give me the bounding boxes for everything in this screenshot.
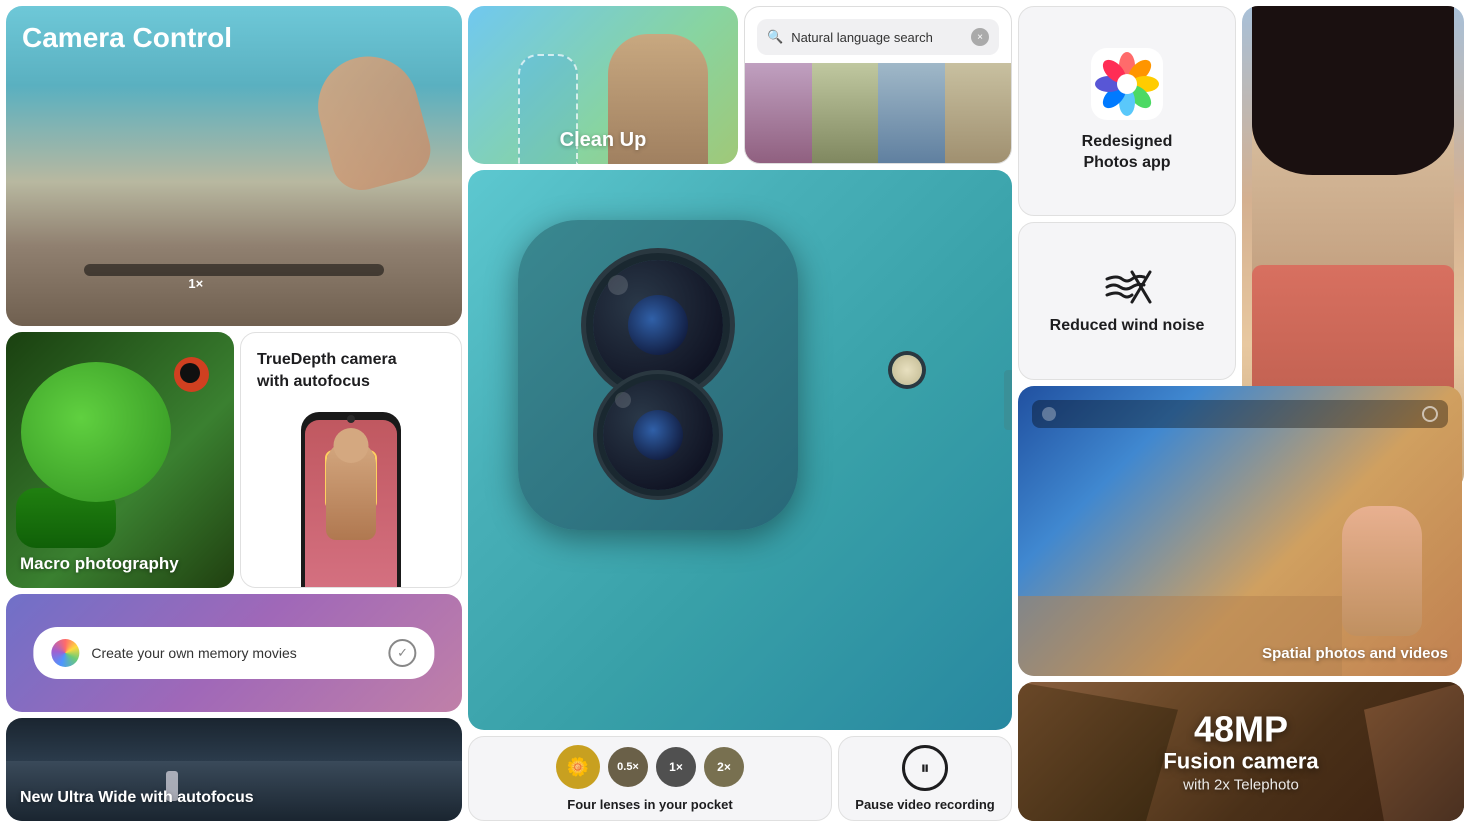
ultrawide-label: New Ultra Wide with autofocus xyxy=(20,789,254,807)
photos-app-title-line2: Photos app xyxy=(1082,153,1173,174)
camera-control-title: Camera Control xyxy=(22,22,232,54)
camera-module xyxy=(518,220,798,530)
photos-app-title-line1: Redesigned xyxy=(1082,132,1173,153)
pause-label: Pause video recording xyxy=(855,797,994,812)
spatial-back-btn xyxy=(1042,407,1056,421)
memory-input-box: Create your own memory movies ✓ xyxy=(33,627,434,679)
check-icon: ✓ xyxy=(397,645,408,661)
lenses-buttons-row: 🌼 0.5× 1× 2× xyxy=(556,745,744,789)
wind-noise-icon xyxy=(1102,267,1152,307)
cleanup-label: Clean Up xyxy=(560,129,647,152)
tile-four-lenses: 🌼 0.5× 1× 2× Four lenses in your pocket xyxy=(468,736,832,821)
photo-4 xyxy=(945,63,1012,163)
lens-inner-bottom xyxy=(633,410,683,460)
flash-module xyxy=(892,355,922,385)
photos-app-title-container: Redesigned Photos app xyxy=(1082,132,1173,174)
lens-05x-btn: 0.5× xyxy=(608,747,648,787)
camera-lens-bottom xyxy=(603,380,713,490)
pause-icon: ⏸ xyxy=(921,758,930,779)
frog-body xyxy=(21,362,171,502)
truedepth-line1: TrueDepth camera xyxy=(257,351,397,368)
lens-1x-btn: 1× xyxy=(656,747,696,787)
tile-memory: Create your own memory movies ✓ xyxy=(6,594,462,712)
lens-2x-btn: 2× xyxy=(704,747,744,787)
photo-2 xyxy=(812,63,879,163)
truedepth-head xyxy=(334,428,369,463)
tile-center-phone xyxy=(468,170,1012,730)
lens-1x-label: 1× xyxy=(669,760,683,774)
search-photos-grid xyxy=(745,63,1011,163)
finger-silhouette xyxy=(307,45,437,196)
lens-inner-top xyxy=(628,295,688,355)
tile-search: 🔍 Natural language search × xyxy=(744,6,1012,164)
wind-noise-label: Reduced wind noise xyxy=(1050,317,1205,335)
frog-pupil xyxy=(180,363,200,383)
lens-glare-top xyxy=(604,271,631,298)
tile-camera-control: Camera Control 1× xyxy=(6,6,462,326)
tile-fusion: 48MP Fusion camera with 2x Telephoto xyxy=(1018,682,1464,821)
lens-2x-label: 2× xyxy=(717,760,731,774)
memory-siri-icon xyxy=(51,639,79,667)
tile-spatial: Spatial photos and videos xyxy=(1018,386,1462,676)
search-icon: 🔍 xyxy=(767,29,783,45)
lens-05x-label: 0.5× xyxy=(617,761,639,773)
side-button xyxy=(1004,370,1012,430)
truedepth-line2: with autofocus xyxy=(257,373,370,390)
lens-macro-icon: 🌼 xyxy=(567,757,589,778)
truedepth-screen xyxy=(305,420,397,587)
tile-photos-app: Redesigned Photos app xyxy=(1018,6,1236,216)
truedepth-phone xyxy=(301,412,401,587)
fusion-title-line2: Fusion camera xyxy=(1163,749,1318,775)
camera-slider-bar xyxy=(84,264,384,276)
truedepth-title: TrueDepth camera with autofocus xyxy=(257,349,397,394)
spatial-label: Spatial photos and videos xyxy=(1262,645,1448,662)
memory-input-text: Create your own memory movies xyxy=(91,645,376,661)
tile-pause-video: ⏸ Pause video recording xyxy=(838,736,1012,821)
fusion-title-line1: 48MP xyxy=(1163,709,1318,749)
spatial-person xyxy=(1342,506,1422,636)
spatial-settings-btn xyxy=(1422,406,1438,422)
photos-app-icon xyxy=(1091,48,1163,120)
memory-check-btn[interactable]: ✓ xyxy=(389,639,417,667)
search-input-text: Natural language search xyxy=(791,30,963,45)
spatial-ui-bar xyxy=(1032,400,1448,428)
search-bar[interactable]: 🔍 Natural language search × xyxy=(757,19,999,55)
fusion-text-container: 48MP Fusion camera with 2x Telephoto xyxy=(1163,709,1318,794)
four-lenses-label: Four lenses in your pocket xyxy=(567,797,732,812)
fusion-subtitle: with 2x Telephoto xyxy=(1163,777,1318,794)
zoom-label: 1× xyxy=(188,276,203,291)
macro-label: Macro photography xyxy=(20,554,179,574)
main-container: Camera Control 1× Clean Up 🔍 Natural lan… xyxy=(0,0,1471,827)
tile-ultrawide: New Ultra Wide with autofocus xyxy=(6,718,462,821)
camera-lens-top xyxy=(593,260,723,390)
lens-macro-btn: 🌼 xyxy=(556,745,600,789)
front-camera-dot xyxy=(347,415,355,423)
frog-eye xyxy=(174,357,209,392)
photo-1 xyxy=(745,63,812,163)
tile-macro: Macro photography xyxy=(6,332,234,588)
spatial-architecture xyxy=(1018,596,1342,676)
tile-truedepth: TrueDepth camera with autofocus xyxy=(240,332,462,588)
pause-button[interactable]: ⏸ xyxy=(902,745,948,791)
lens-glare-bottom xyxy=(615,392,631,408)
portrait-hair xyxy=(1252,6,1454,175)
tile-wind-noise: Reduced wind noise xyxy=(1018,222,1236,380)
search-clear-btn[interactable]: × xyxy=(971,28,989,46)
photo-3 xyxy=(878,63,945,163)
tile-cleanup: Clean Up xyxy=(468,6,738,164)
